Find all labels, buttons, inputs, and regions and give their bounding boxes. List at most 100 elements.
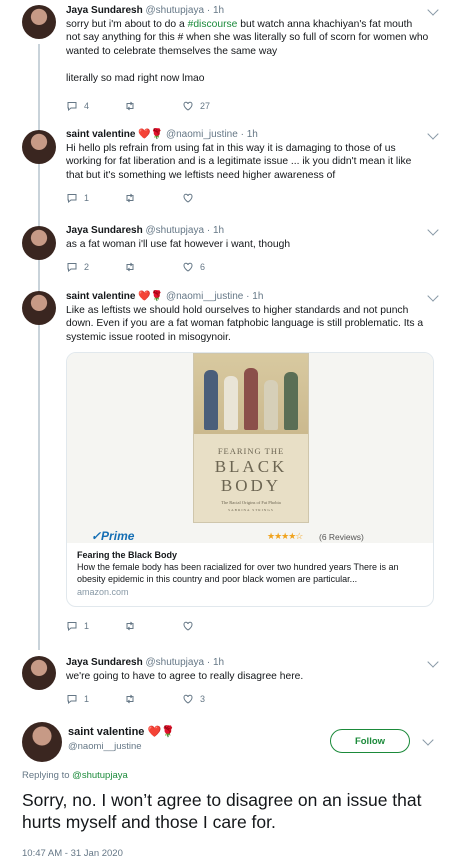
heart-rose-emoji: ❤️🌹 bbox=[138, 291, 164, 302]
heart-rose-emoji: ❤️🌹 bbox=[138, 129, 164, 140]
tweet-header: Jaya Sundaresh @shutupjaya · 1h bbox=[66, 225, 225, 236]
reply-count: 1 bbox=[84, 621, 90, 632]
reply-handle-link[interactable]: @shutupjaya bbox=[72, 770, 128, 781]
reply-button[interactable]: 1 bbox=[66, 192, 124, 204]
like-button[interactable]: 3 bbox=[182, 693, 240, 705]
timestamp[interactable]: 1h bbox=[213, 5, 224, 16]
tweet-text: sorry but i'm about to do a #discourse b… bbox=[66, 19, 429, 57]
reply-icon bbox=[67, 622, 77, 632]
book-title: FEARING THE BLACK BODY The Racial Origin… bbox=[214, 446, 288, 513]
main-tweet-text: Sorry, no. I won’t agree to disagree on … bbox=[22, 790, 422, 832]
tweet-header: Jaya Sundaresh @shutupjaya · 1h bbox=[66, 657, 225, 668]
heart-icon bbox=[183, 193, 193, 203]
like-count: 6 bbox=[200, 262, 206, 273]
avatar[interactable] bbox=[22, 5, 56, 39]
heart-icon bbox=[183, 263, 193, 272]
tweet-text: Hi hello pls refrain from using fat in t… bbox=[66, 143, 412, 181]
reply-icon bbox=[67, 263, 77, 273]
reply-button[interactable]: 1 bbox=[66, 693, 124, 705]
reply-button[interactable]: 4 bbox=[66, 100, 124, 112]
author-name[interactable]: saint valentine bbox=[66, 291, 135, 302]
author-handle[interactable]: @naomi__justine bbox=[68, 741, 142, 752]
card-description: How the female body has been racialized … bbox=[77, 562, 399, 585]
tweet-actions: 4 27 bbox=[66, 99, 429, 113]
tweet-text-extra: literally so mad right now lmao bbox=[66, 73, 205, 85]
author-handle[interactable]: @naomi__justine bbox=[166, 291, 243, 302]
reply-button[interactable]: 2 bbox=[66, 261, 124, 273]
tweet-timestamp[interactable]: 10:47 AM - 31 Jan 2020 bbox=[22, 848, 123, 859]
reply-count: 1 bbox=[84, 694, 90, 705]
author-name[interactable]: Jaya Sundaresh bbox=[66, 225, 143, 236]
chevron-down-icon[interactable] bbox=[427, 224, 439, 236]
retweet-button[interactable] bbox=[124, 261, 182, 273]
retweet-icon bbox=[126, 101, 134, 110]
author-name[interactable]: saint valentine ❤️🌹 bbox=[68, 725, 175, 738]
tweet-header: saint valentine ❤️🌹 @naomi__justine · 1h bbox=[66, 291, 264, 302]
tweet[interactable]: Jaya Sundaresh @shutupjaya · 1h we're go… bbox=[0, 656, 457, 706]
like-button[interactable] bbox=[182, 620, 240, 632]
timestamp[interactable]: 1h bbox=[213, 225, 224, 236]
chevron-down-icon[interactable] bbox=[427, 290, 439, 302]
author-handle[interactable]: @shutupjaya bbox=[146, 657, 205, 668]
timestamp[interactable]: 1h bbox=[247, 129, 258, 140]
timestamp[interactable]: 1h bbox=[213, 657, 224, 668]
heart-rose-emoji: ❤️🌹 bbox=[147, 726, 175, 738]
tweet-text: Like as leftists we should hold ourselve… bbox=[66, 305, 424, 343]
retweet-icon bbox=[126, 193, 134, 203]
hashtag-link[interactable]: #discourse bbox=[188, 19, 238, 30]
avatar[interactable] bbox=[22, 226, 56, 260]
tweet-actions: 1 3 bbox=[66, 692, 429, 706]
tweet[interactable]: saint valentine ❤️🌹 @naomi__justine · 1h… bbox=[0, 290, 457, 633]
retweet-icon bbox=[126, 263, 134, 272]
retweet-button[interactable] bbox=[124, 100, 182, 112]
tweet[interactable]: saint valentine ❤️🌹 @naomi_justine · 1h … bbox=[0, 128, 457, 205]
tweet-header: Jaya Sundaresh @shutupjaya · 1h bbox=[66, 5, 225, 16]
prime-logo: ✓Prime bbox=[91, 529, 135, 544]
card-domain: amazon.com bbox=[77, 587, 129, 598]
like-button[interactable]: 27 bbox=[182, 100, 240, 112]
card-title: Fearing the Black Body bbox=[77, 550, 178, 561]
tweet[interactable]: Jaya Sundaresh @shutupjaya · 1h as a fat… bbox=[0, 224, 457, 274]
book-cover: FEARING THE BLACK BODY The Racial Origin… bbox=[193, 353, 309, 524]
heart-icon bbox=[183, 101, 193, 111]
link-card[interactable]: FEARING THE BLACK BODY The Racial Origin… bbox=[66, 352, 434, 608]
card-image[interactable]: FEARING THE BLACK BODY The Racial Origin… bbox=[67, 353, 433, 544]
author-name[interactable]: saint valentine bbox=[66, 129, 135, 140]
reply-count: 1 bbox=[84, 193, 90, 204]
avatar[interactable] bbox=[22, 656, 56, 690]
author-name[interactable]: Jaya Sundaresh bbox=[66, 657, 143, 668]
avatar[interactable] bbox=[22, 722, 62, 762]
retweet-icon bbox=[126, 621, 134, 631]
tweet-actions: 1 bbox=[66, 619, 429, 633]
reply-count: 2 bbox=[84, 262, 90, 273]
chevron-down-icon[interactable] bbox=[427, 128, 439, 140]
timestamp[interactable]: 1h bbox=[252, 291, 263, 302]
retweet-button[interactable] bbox=[124, 693, 182, 705]
tweet-text: we're going to have to agree to really d… bbox=[66, 671, 304, 682]
reply-count: 4 bbox=[84, 100, 90, 111]
tweet[interactable]: Jaya Sundaresh @shutupjaya · 1h sorry bu… bbox=[0, 4, 457, 113]
heart-icon bbox=[183, 695, 193, 704]
main-tweet-header: saint valentine ❤️🌹 @naomi__justine Foll… bbox=[22, 722, 442, 762]
retweet-button[interactable] bbox=[124, 192, 182, 204]
retweet-icon bbox=[126, 695, 134, 704]
author-handle[interactable]: @shutupjaya bbox=[146, 225, 205, 236]
like-button[interactable]: 6 bbox=[182, 261, 240, 273]
follow-button[interactable]: Follow bbox=[330, 729, 410, 753]
avatar[interactable] bbox=[22, 291, 56, 325]
tweet-actions: 2 6 bbox=[66, 260, 429, 274]
chevron-down-icon[interactable] bbox=[427, 4, 439, 16]
card-meta[interactable]: Fearing the Black Body How the female bo… bbox=[67, 543, 433, 606]
like-button[interactable] bbox=[182, 192, 240, 204]
reply-icon bbox=[67, 695, 77, 705]
avatar[interactable] bbox=[22, 130, 56, 164]
author-name[interactable]: Jaya Sundaresh bbox=[66, 5, 143, 16]
chevron-down-icon[interactable] bbox=[427, 656, 439, 668]
author-handle[interactable]: @naomi_justine bbox=[166, 129, 238, 140]
tweet-text: as a fat woman i'll use fat however i wa… bbox=[66, 239, 291, 250]
reply-button[interactable]: 1 bbox=[66, 620, 124, 632]
retweet-button[interactable] bbox=[124, 620, 182, 632]
author-handle[interactable]: @shutupjaya bbox=[146, 5, 205, 16]
chevron-down-icon[interactable] bbox=[422, 734, 434, 746]
heart-icon bbox=[183, 621, 193, 631]
